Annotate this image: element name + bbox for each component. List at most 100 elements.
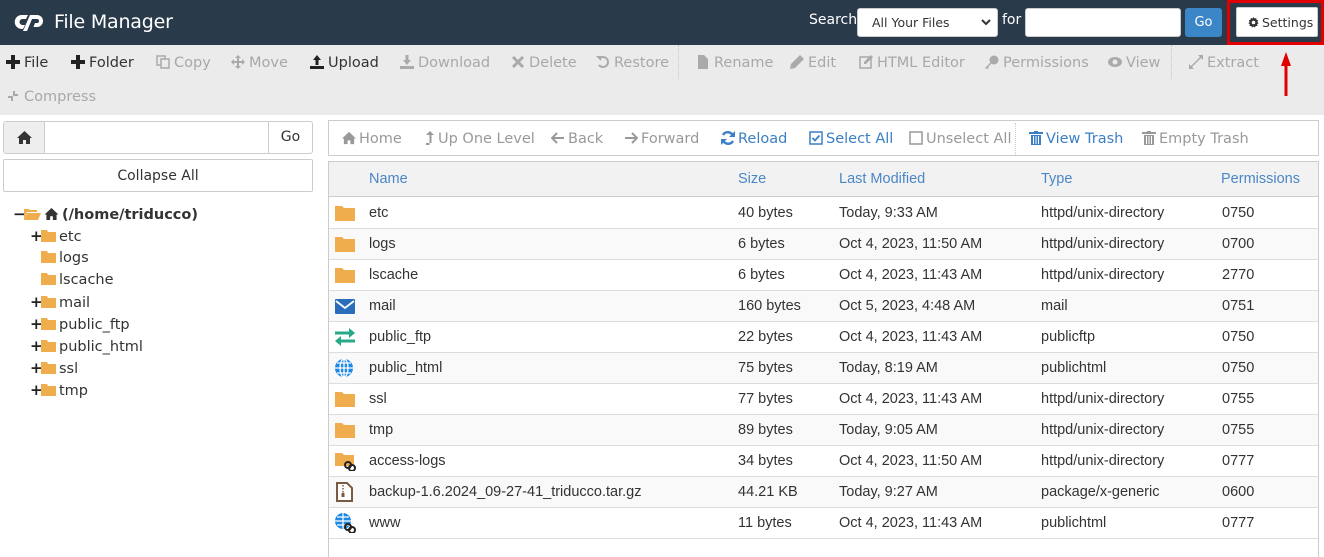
cell-permissions[interactable]: 0755: [1222, 422, 1254, 438]
table-row[interactable]: mail 160 bytes Oct 5, 2023, 4:48 AM mail 075…: [329, 291, 1318, 322]
expand-toggle-icon[interactable]: +: [30, 357, 43, 379]
up-one-level-button[interactable]: Up One Level: [425, 129, 535, 149]
tree-item-ssl[interactable]: + ssl: [30, 357, 78, 379]
table-row[interactable]: logs 6 bytes Oct 4, 2023, 11:50 AM httpd/un…: [329, 229, 1318, 260]
cell-name[interactable]: backup-1.6.2024_09-27-41_triducco.tar.gz: [369, 484, 641, 500]
cell-name[interactable]: access-logs: [369, 453, 446, 469]
search-input[interactable]: [1025, 8, 1181, 37]
collapse-all-button[interactable]: Collapse All: [3, 159, 313, 192]
archive-file-icon: [336, 482, 353, 502]
tree-item-public-ftp[interactable]: + public_ftp: [30, 313, 130, 335]
cell-name[interactable]: public_ftp: [369, 329, 431, 345]
path-home-button[interactable]: [4, 122, 45, 153]
cell-permissions[interactable]: 0750: [1222, 360, 1254, 376]
column-header-name[interactable]: Name: [369, 171, 408, 187]
expand-toggle-icon[interactable]: +: [30, 225, 43, 247]
search-go-button[interactable]: Go: [1185, 8, 1222, 37]
folder-icon: [41, 340, 56, 352]
tree-item-etc[interactable]: + etc: [30, 225, 82, 247]
table-row[interactable]: ssl 77 bytes Oct 4, 2023, 11:43 AM httpd/un…: [329, 384, 1318, 415]
cell-name[interactable]: public_html: [369, 360, 442, 376]
restore-button[interactable]: Restore: [596, 53, 669, 73]
table-row[interactable]: lscache 6 bytes Oct 4, 2023, 11:43 AM httpd…: [329, 260, 1318, 291]
column-header-type[interactable]: Type: [1041, 171, 1072, 187]
rename-button[interactable]: Rename: [696, 53, 773, 73]
column-header-permissions[interactable]: Permissions: [1221, 171, 1300, 187]
cell-size: 77 bytes: [738, 391, 793, 407]
cell-name[interactable]: lscache: [369, 267, 418, 283]
table-row[interactable]: public_ftp 22 bytes Oct 4, 2023, 11:43 AM p…: [329, 322, 1318, 353]
cell-last-modified: Today, 9:33 AM: [839, 205, 938, 221]
expand-icon: [1189, 55, 1203, 69]
table-row[interactable]: www 11 bytes Oct 4, 2023, 11:43 AM publicht…: [329, 508, 1318, 539]
cell-permissions[interactable]: 0700: [1222, 236, 1254, 252]
new-file-button[interactable]: File: [6, 53, 48, 73]
delete-button[interactable]: Delete: [511, 53, 577, 73]
cell-name[interactable]: logs: [369, 236, 396, 252]
tree-item-public-html[interactable]: + public_html: [30, 335, 143, 357]
tree-item-logs[interactable]: logs: [41, 247, 89, 269]
cell-name[interactable]: etc: [369, 205, 388, 221]
extract-button[interactable]: Extract: [1189, 53, 1259, 73]
search-scope-select[interactable]: All Your Files: [857, 8, 998, 37]
expand-toggle-icon[interactable]: +: [30, 291, 43, 313]
cell-name[interactable]: www: [369, 515, 400, 531]
forward-button[interactable]: Forward: [624, 129, 699, 149]
table-row[interactable]: etc 40 bytes Today, 9:33 AM httpd/unix-dire…: [329, 198, 1318, 229]
empty-trash-button[interactable]: Empty Trash: [1142, 129, 1249, 149]
cell-name[interactable]: mail: [369, 298, 396, 314]
column-header-last-modified[interactable]: Last Modified: [839, 171, 925, 187]
cell-type: httpd/unix-directory: [1041, 422, 1165, 438]
home-nav-button[interactable]: Home: [342, 129, 402, 149]
compress-icon: [6, 89, 20, 103]
expand-toggle-icon[interactable]: +: [30, 335, 43, 357]
column-header-size[interactable]: Size: [738, 171, 766, 187]
tree-item-tmp[interactable]: + tmp: [30, 379, 88, 401]
cell-permissions[interactable]: 0600: [1222, 484, 1254, 500]
cell-permissions[interactable]: 0777: [1222, 453, 1254, 469]
select-all-button[interactable]: Select All: [809, 129, 893, 149]
tree-root[interactable]: − (/home/triducco): [13, 203, 198, 225]
cell-permissions[interactable]: 0751: [1222, 298, 1254, 314]
expand-toggle-icon[interactable]: +: [30, 313, 43, 335]
table-row[interactable]: access-logs 34 bytes Oct 4, 2023, 11:50 AM…: [329, 446, 1318, 477]
tree-item-mail[interactable]: + mail: [30, 291, 90, 313]
upload-button[interactable]: Upload: [310, 53, 379, 73]
permissions-button[interactable]: Permissions: [985, 53, 1089, 73]
cell-last-modified: Today, 9:27 AM: [839, 484, 938, 500]
table-row[interactable]: tmp 89 bytes Today, 9:05 AM httpd/unix-dire…: [329, 415, 1318, 446]
new-folder-button[interactable]: Folder: [71, 53, 134, 73]
table-row[interactable]: public_html 75 bytes Today, 8:19 AM publich…: [329, 353, 1318, 384]
table-row[interactable]: backup-1.6.2024_09-27-41_triducco.tar.gz…: [329, 477, 1318, 508]
key-icon: [985, 55, 999, 69]
cell-type: publichtml: [1041, 360, 1107, 376]
cell-size: 44.21 KB: [738, 484, 798, 500]
cell-last-modified: Oct 4, 2023, 11:43 AM: [839, 391, 983, 407]
unselect-all-button[interactable]: Unselect All: [909, 129, 1011, 149]
tree-item-lscache[interactable]: lscache: [41, 269, 114, 291]
cell-permissions[interactable]: 0777: [1222, 515, 1254, 531]
cell-permissions[interactable]: 0755: [1222, 391, 1254, 407]
move-button[interactable]: Move: [231, 53, 288, 73]
compress-button[interactable]: Compress: [6, 87, 96, 107]
cell-permissions[interactable]: 0750: [1222, 205, 1254, 221]
cell-permissions[interactable]: 2770: [1222, 267, 1254, 283]
trash-icon: [1029, 131, 1043, 145]
view-trash-button[interactable]: View Trash: [1029, 129, 1123, 149]
view-button[interactable]: View: [1108, 53, 1160, 73]
download-button[interactable]: Download: [400, 53, 490, 73]
checkbox-checked-icon: [809, 131, 823, 145]
collapse-toggle-icon[interactable]: −: [13, 203, 26, 225]
cell-permissions[interactable]: 0750: [1222, 329, 1254, 345]
expand-toggle-icon[interactable]: +: [30, 379, 43, 401]
path-input[interactable]: [45, 122, 270, 153]
cell-name[interactable]: tmp: [369, 422, 393, 438]
copy-button[interactable]: Copy: [156, 53, 211, 73]
path-go-button[interactable]: Go: [268, 122, 312, 153]
back-button[interactable]: Back: [550, 129, 603, 149]
edit-button[interactable]: Edit: [790, 53, 836, 73]
html-editor-button[interactable]: HTML Editor: [859, 53, 965, 73]
cell-last-modified: Oct 4, 2023, 11:43 AM: [839, 329, 983, 345]
reload-button[interactable]: Reload: [721, 129, 787, 149]
cell-name[interactable]: ssl: [369, 391, 387, 407]
